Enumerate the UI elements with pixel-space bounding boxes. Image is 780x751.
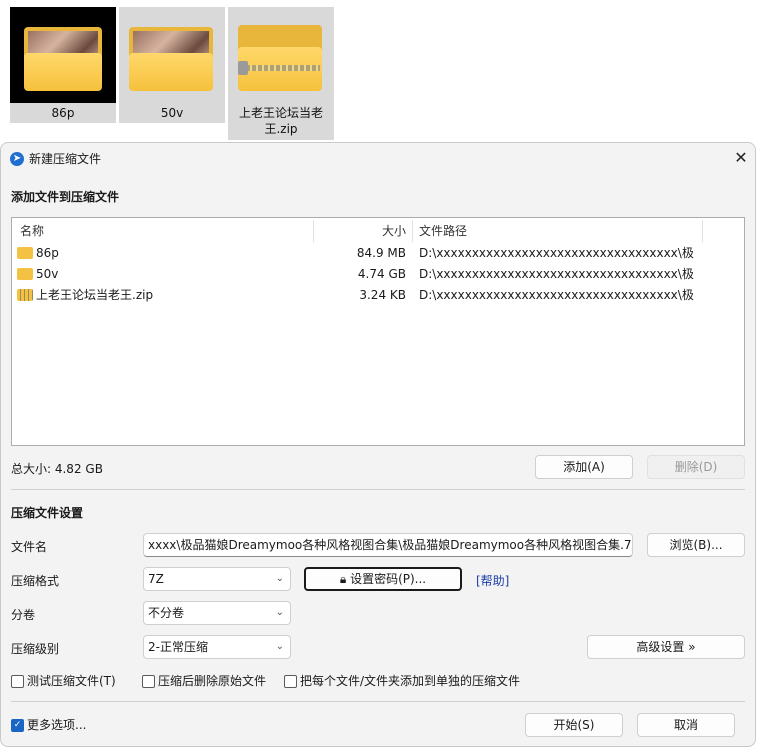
- help-link[interactable]: [帮助]: [476, 572, 509, 589]
- filename-label: 文件名: [11, 540, 48, 554]
- start-button[interactable]: 开始(S): [525, 713, 623, 737]
- zip-folder-thumbnail: [228, 7, 334, 103]
- file-path: D:\xxxxxxxxxxxxxxxxxxxxxxxxxxxxxxxxxx\极品…: [419, 267, 694, 281]
- separate-archives-checkbox[interactable]: 把每个文件/文件夹添加到单独的压缩文件: [284, 673, 524, 689]
- close-icon: ✕: [734, 148, 748, 167]
- folder-icon: [17, 247, 33, 259]
- file-row[interactable]: 86p 84.9 MB D:\xxxxxxxxxxxxxxxxxxxxxxxxx…: [12, 243, 744, 264]
- column-header-name[interactable]: 名称: [20, 222, 44, 240]
- set-password-label: 设置密码(P)...: [350, 572, 427, 586]
- file-name: 50v: [36, 267, 59, 281]
- cancel-button[interactable]: 取消: [637, 713, 735, 737]
- add-files-section-title: 添加文件到压缩文件: [11, 190, 120, 204]
- format-select[interactable]: 7Z ⌄: [143, 567, 291, 591]
- file-size: 3.24 KB: [359, 288, 406, 302]
- checkbox-label: 把每个文件/文件夹添加到单独的压缩文件: [300, 674, 521, 688]
- file-size: 4.74 GB: [357, 267, 406, 281]
- folder-thumbnail: [10, 7, 116, 103]
- filename-input[interactable]: xxxx\极品猫娘Dreamymoo各种风格视图合集\极品猫娘Dreamymoo…: [143, 533, 633, 557]
- folder-tile-86p[interactable]: 86p: [10, 7, 116, 123]
- level-select[interactable]: 2-正常压缩 ⌄: [143, 635, 291, 659]
- file-row[interactable]: 上老王论坛当老王.zip 3.24 KB D:\xxxxxxxxxxxxxxxx…: [12, 285, 744, 306]
- zip-tile[interactable]: 上老王论坛当老 王.zip: [228, 7, 334, 140]
- advanced-settings-button[interactable]: 高级设置 »: [587, 635, 745, 659]
- checkbox-label: 压缩后删除原始文件: [158, 674, 267, 688]
- chevron-down-icon: ⌄: [275, 641, 284, 652]
- checkbox-label: 更多选项...: [27, 718, 87, 732]
- add-button[interactable]: 添加(A): [535, 455, 633, 479]
- folder-icon: [17, 268, 33, 280]
- column-header-path[interactable]: 文件路径: [419, 222, 467, 240]
- level-label: 压缩级别: [11, 642, 60, 656]
- checkbox-box: [142, 675, 155, 688]
- file-path: D:\xxxxxxxxxxxxxxxxxxxxxxxxxxxxxxxxxx\极品…: [419, 288, 694, 302]
- split-select[interactable]: 不分卷 ⌄: [143, 601, 291, 625]
- more-options-checkbox[interactable]: ✓ 更多选项...: [11, 717, 101, 733]
- checkbox-checked-icon: ✓: [11, 719, 24, 732]
- test-archive-checkbox[interactable]: 测试压缩文件(T): [11, 673, 121, 689]
- folder-tile-50v[interactable]: 50v: [119, 7, 225, 123]
- level-value: 2-正常压缩: [148, 640, 208, 654]
- zip-file-icon: [17, 289, 33, 301]
- format-value: 7Z: [148, 572, 164, 586]
- chevron-down-icon: ⌄: [275, 607, 284, 618]
- file-name: 上老王论坛当老王.zip: [36, 288, 154, 302]
- column-header-size[interactable]: 大小: [382, 222, 406, 240]
- file-path: D:\xxxxxxxxxxxxxxxxxxxxxxxxxxxxxxxxxx\极品…: [419, 246, 694, 260]
- tile-label: 86p: [51, 106, 75, 120]
- folder-thumbnail: [119, 7, 225, 103]
- checkbox-label: 测试压缩文件(T): [27, 674, 116, 688]
- total-size: 总大小: 4.82 GB: [11, 462, 103, 476]
- close-button[interactable]: ✕: [731, 148, 751, 168]
- tile-label-line2: 王.zip: [264, 122, 298, 136]
- file-row[interactable]: 50v 4.74 GB D:\xxxxxxxxxxxxxxxxxxxxxxxxx…: [12, 264, 744, 285]
- settings-section-title: 压缩文件设置: [11, 506, 84, 520]
- checkbox-box: [284, 675, 297, 688]
- app-logo-icon: ➤: [10, 152, 24, 166]
- lock-icon: 🔒︎: [339, 572, 347, 586]
- file-name: 86p: [36, 246, 59, 260]
- chevron-down-icon: ⌄: [275, 573, 284, 584]
- browse-button[interactable]: 浏览(B)...: [647, 533, 745, 557]
- new-archive-dialog: ➤ 新建压缩文件 ✕ 添加文件到压缩文件 名称 大小 文件路径 86p 84.9…: [0, 142, 756, 747]
- format-label: 压缩格式: [11, 574, 60, 588]
- split-value: 不分卷: [148, 606, 185, 620]
- tile-label: 50v: [160, 106, 184, 120]
- dialog-title: 新建压缩文件: [29, 152, 102, 166]
- file-list[interactable]: 名称 大小 文件路径 86p 84.9 MB D:\xxxxxxxxxxxxxx…: [11, 217, 745, 446]
- tile-label-line1: 上老王论坛当老: [238, 106, 323, 120]
- split-label: 分卷: [11, 608, 36, 622]
- delete-after-checkbox[interactable]: 压缩后删除原始文件: [142, 673, 268, 689]
- file-size: 84.9 MB: [356, 246, 406, 260]
- checkbox-box: [11, 675, 24, 688]
- set-password-button[interactable]: 🔒︎ 设置密码(P)...: [304, 567, 462, 591]
- delete-button[interactable]: 删除(D): [647, 455, 745, 479]
